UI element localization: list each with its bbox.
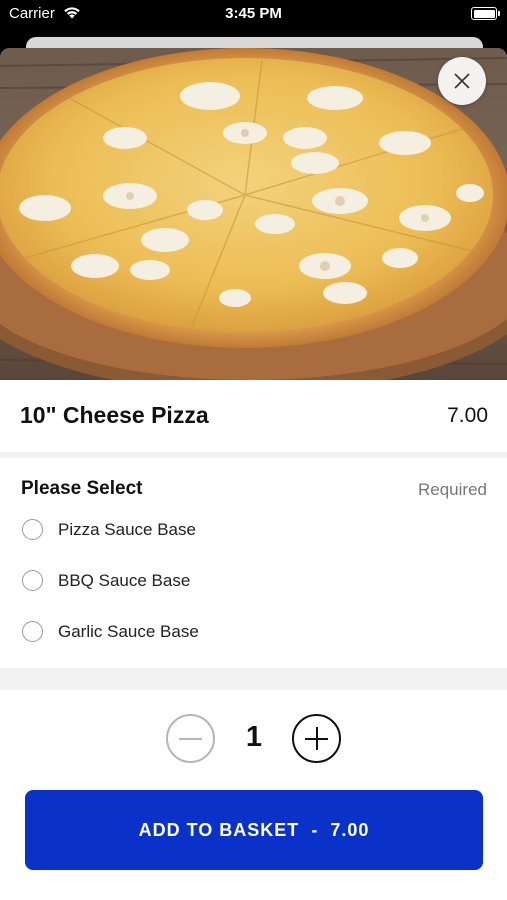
cheese-pizza-photo	[0, 48, 507, 380]
product-header: 10" Cheese Pizza 7.00	[0, 380, 507, 452]
product-name: 10" Cheese Pizza	[20, 402, 209, 428]
option-label: Garlic Sauce Base	[58, 622, 199, 641]
option-garlic-sauce-base[interactable]: Garlic Sauce Base	[0, 610, 507, 654]
section-divider	[0, 452, 507, 458]
section-divider	[0, 668, 507, 690]
option-label: Pizza Sauce Base	[58, 520, 196, 539]
battery-icon	[471, 7, 500, 20]
option-bbq-sauce-base[interactable]: BBQ Sauce Base	[0, 559, 507, 603]
add-to-basket-button[interactable]: ADD TO BASKET - 7.00	[25, 790, 483, 870]
radio-button[interactable]	[22, 570, 43, 591]
close-button[interactable]	[438, 57, 486, 105]
option-pizza-sauce-base[interactable]: Pizza Sauce Base	[0, 508, 507, 552]
quantity-value: 1	[245, 721, 263, 753]
required-label: Required	[418, 480, 487, 499]
option-label: BBQ Sauce Base	[58, 571, 191, 590]
add-to-basket-label: ADD TO BASKET - 7.00	[138, 820, 370, 840]
clock: 3:45 PM	[225, 5, 282, 22]
product-price: 7.00	[447, 404, 488, 427]
radio-button[interactable]	[22, 621, 43, 642]
options-title: Please Select	[21, 478, 143, 499]
product-modal: 10" Cheese Pizza 7.00 Please Select Requ…	[0, 48, 507, 900]
radio-button[interactable]	[22, 519, 43, 540]
close-icon	[454, 73, 470, 89]
increase-quantity-button[interactable]	[292, 714, 341, 763]
decrease-quantity-button[interactable]	[166, 714, 215, 763]
status-bar: Carrier 3:45 PM	[0, 0, 507, 30]
